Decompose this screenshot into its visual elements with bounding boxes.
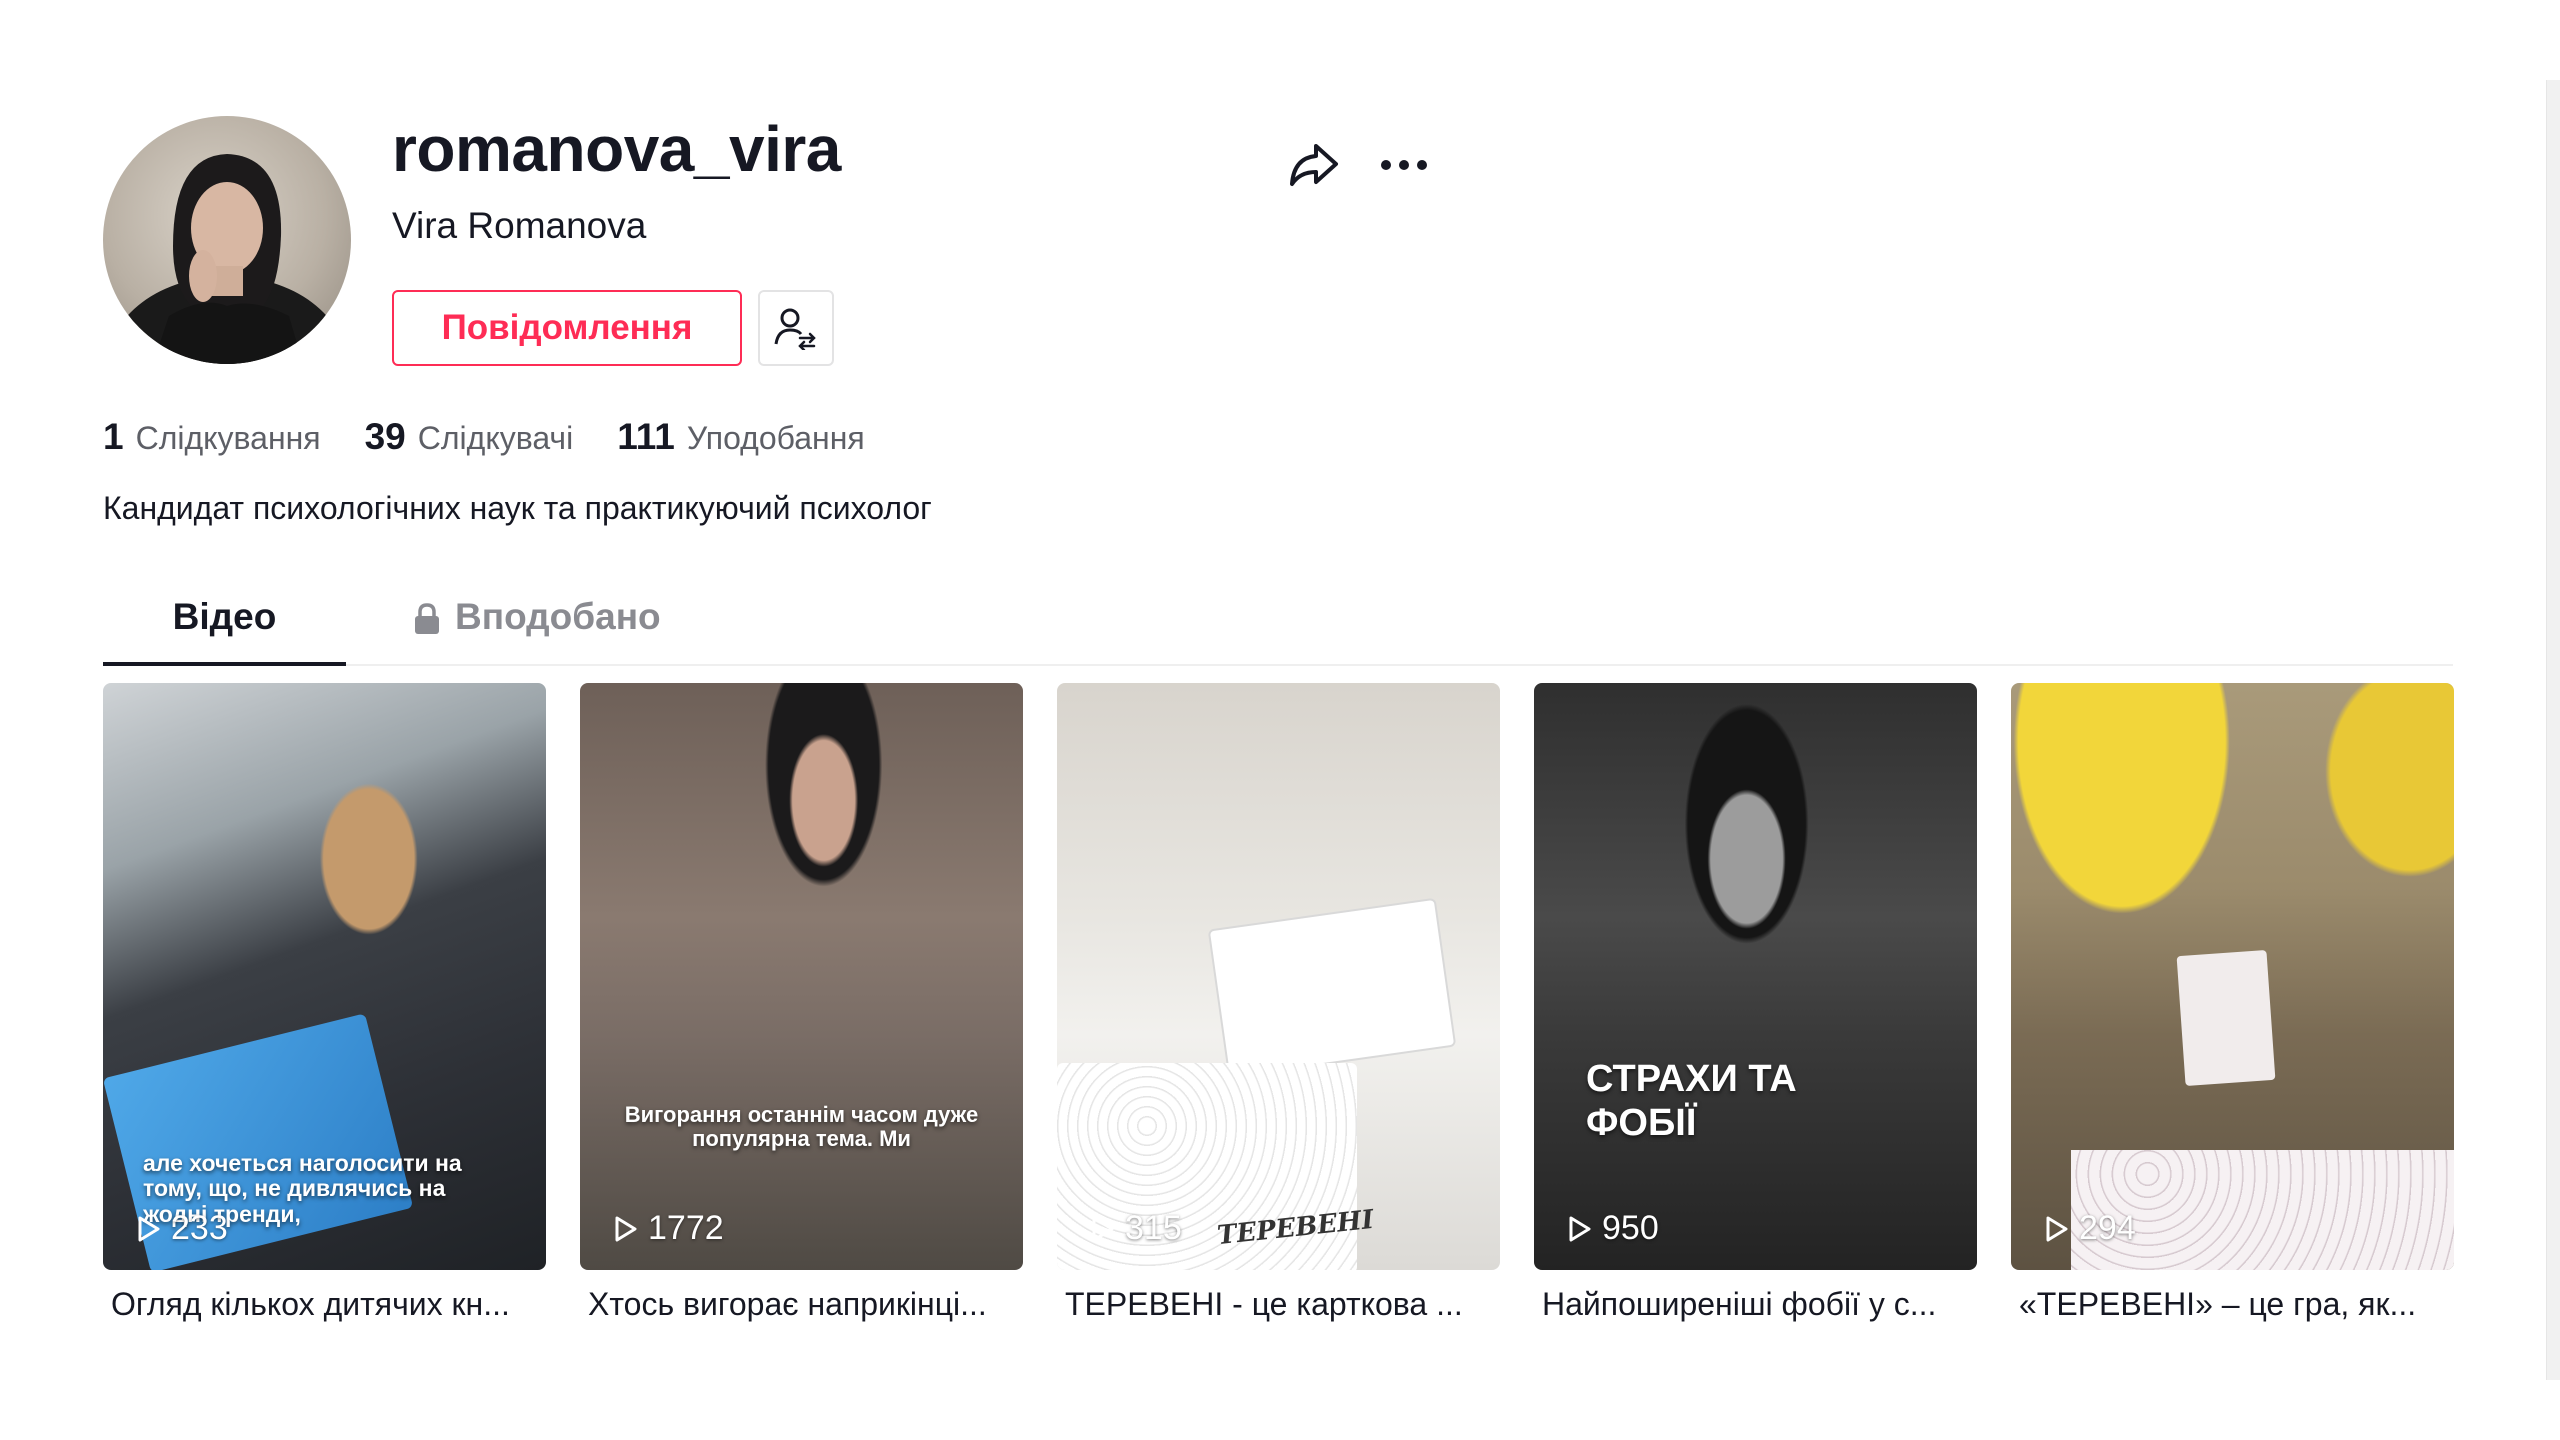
video-card[interactable]: Вигорання останнім часом дуже популярна … xyxy=(580,683,1023,1323)
video-thumbnail[interactable]: СТРАХИ ТА ФОБІЇ 950 xyxy=(1534,683,1977,1270)
scrollbar[interactable] xyxy=(2546,80,2560,1380)
video-overlay-text: Вигорання останнім часом дуже популярна … xyxy=(624,1102,979,1152)
bio: Кандидат психологічних наук та практикую… xyxy=(103,490,932,526)
view-count-value: 315 xyxy=(1125,1209,1182,1247)
view-count: 315 xyxy=(1091,1209,1182,1248)
profile-stats: 1 Слідкування 39 Слідкувачі 111 Уподобан… xyxy=(103,416,909,458)
play-icon xyxy=(1569,1216,1591,1241)
thumbnail-deck xyxy=(2176,950,2276,1086)
stat-value: 1 xyxy=(103,416,124,457)
view-count-value: 1772 xyxy=(648,1209,724,1247)
video-caption[interactable]: ТЕРЕВЕНІ - це карткова ... xyxy=(1057,1286,1500,1323)
thumbnail-card xyxy=(1207,897,1457,1079)
view-count-value: 950 xyxy=(1602,1209,1659,1247)
display-name: Vira Romanova xyxy=(392,205,647,246)
stat-likes: 111 Уподобання xyxy=(617,416,865,458)
video-thumbnail[interactable]: 294 xyxy=(2011,683,2454,1270)
profile-tabs: Відео Вподобано xyxy=(103,580,2453,666)
stat-value: 39 xyxy=(364,416,406,457)
video-caption[interactable]: «ТЕРЕВЕНІ» – це гра, як... xyxy=(2011,1286,2454,1323)
person-switch-icon xyxy=(774,308,816,350)
view-count: 1772 xyxy=(614,1209,724,1248)
video-card[interactable]: ТЕРЕВЕНІ 315 ТЕРЕВЕНІ - це карткова ... xyxy=(1057,683,1500,1323)
video-caption[interactable]: Найпоширеніші фобії у с... xyxy=(1534,1286,1977,1323)
video-grid: але хочеться наголосити на тому, що, не … xyxy=(103,683,2454,1323)
suggested-accounts-button[interactable] xyxy=(758,290,834,366)
stat-followers[interactable]: 39 Слідкувачі xyxy=(365,416,574,458)
play-icon xyxy=(138,1216,160,1241)
play-icon xyxy=(2046,1216,2068,1241)
view-count-value: 233 xyxy=(171,1209,228,1247)
lock-icon xyxy=(413,602,441,644)
video-thumbnail[interactable]: ТЕРЕВЕНІ 315 xyxy=(1057,683,1500,1270)
view-count: 233 xyxy=(137,1209,228,1248)
profile-page: romanova_vira Vira Romanova Повідомлення… xyxy=(0,0,2560,1440)
play-icon xyxy=(615,1216,637,1241)
stat-following[interactable]: 1 Слідкування xyxy=(103,416,321,458)
more-icon xyxy=(1381,160,1427,170)
username: romanova_vira xyxy=(392,113,841,185)
tab-videos-label: Відео xyxy=(172,596,277,637)
more-button[interactable] xyxy=(1374,135,1434,195)
video-thumbnail[interactable]: але хочеться наголосити на тому, що, не … xyxy=(103,683,546,1270)
video-card[interactable]: СТРАХИ ТА ФОБІЇ 950 Найпоширеніші фобії … xyxy=(1534,683,1977,1323)
video-card[interactable]: 294 «ТЕРЕВЕНІ» – це гра, як... xyxy=(2011,683,2454,1323)
share-button[interactable] xyxy=(1284,135,1344,195)
share-icon xyxy=(1290,144,1338,186)
active-tab-indicator xyxy=(103,662,346,666)
tab-liked[interactable]: Вподобано xyxy=(413,580,661,666)
avatar-portrait xyxy=(107,154,347,364)
view-count: 294 xyxy=(2045,1209,2136,1248)
video-overlay-text: СТРАХИ ТА ФОБІЇ xyxy=(1586,1058,1797,1144)
play-icon xyxy=(1092,1216,1114,1241)
avatar[interactable] xyxy=(103,116,351,364)
message-button[interactable]: Повідомлення xyxy=(392,290,742,366)
stat-label: Слідкування xyxy=(135,420,321,456)
video-thumbnail[interactable]: Вигорання останнім часом дуже популярна … xyxy=(580,683,1023,1270)
stat-label: Уподобання xyxy=(686,420,865,456)
stat-label: Слідкувачі xyxy=(417,420,574,456)
stat-value: 111 xyxy=(617,416,675,457)
video-caption[interactable]: Огляд кількох дитячих кн... xyxy=(103,1286,546,1323)
view-count: 950 xyxy=(1568,1209,1659,1248)
tab-videos[interactable]: Відео xyxy=(103,580,346,666)
view-count-value: 294 xyxy=(2079,1209,2136,1247)
tab-liked-label: Вподобано xyxy=(455,596,661,637)
video-card[interactable]: але хочеться наголосити на тому, що, не … xyxy=(103,683,546,1323)
video-caption[interactable]: Хтось вигорає наприкінці... xyxy=(580,1286,1023,1323)
